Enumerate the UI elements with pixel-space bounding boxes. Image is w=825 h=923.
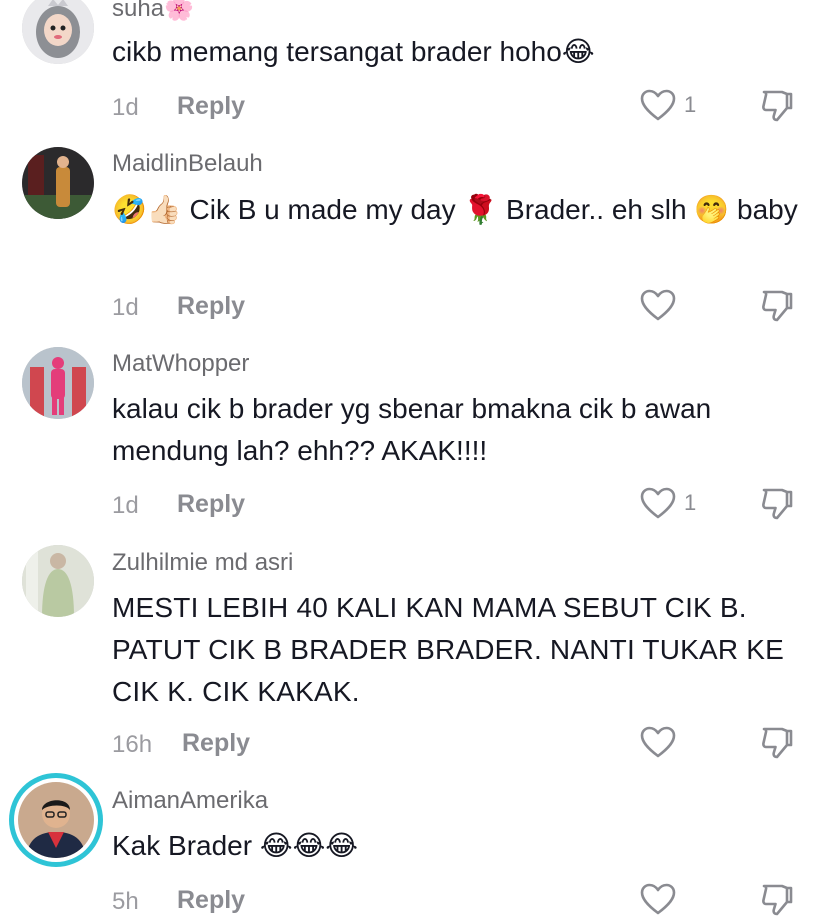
- avatar[interactable]: [22, 347, 94, 419]
- thumbs-down-outline-icon: [762, 727, 793, 759]
- thumbs-down-outline-icon: [762, 290, 793, 322]
- heart-outline-icon: [640, 487, 676, 519]
- avatar-image: [22, 147, 94, 219]
- heart-outline-icon: [640, 289, 676, 321]
- like-button[interactable]: [640, 882, 684, 916]
- like-button[interactable]: [640, 725, 684, 759]
- comment-username[interactable]: suha🌸: [112, 0, 194, 23]
- comment-time: 1d: [112, 492, 139, 519]
- avatar-image: [18, 782, 94, 858]
- reply-button[interactable]: Reply: [177, 490, 245, 519]
- thumbs-down-outline-icon: [762, 90, 793, 122]
- like-button[interactable]: [640, 288, 684, 322]
- heart-outline-icon: [640, 726, 676, 758]
- avatar-image: [22, 347, 94, 419]
- avatar[interactable]: [22, 147, 94, 219]
- comment-username[interactable]: Zulhilmie md asri: [112, 549, 293, 577]
- heart-outline-icon: [640, 89, 676, 121]
- comment-time: 1d: [112, 294, 139, 321]
- avatar-image: [22, 545, 94, 617]
- comment-time: 1d: [112, 94, 139, 121]
- dislike-button[interactable]: [760, 882, 794, 923]
- dislike-button[interactable]: [760, 725, 794, 766]
- like-button[interactable]: 1: [640, 486, 696, 520]
- comment-username[interactable]: AimanAmerika: [112, 787, 268, 815]
- comment-text: cikb memang tersangat brader hoho😂: [112, 36, 595, 67]
- reply-button[interactable]: Reply: [182, 729, 250, 758]
- like-button[interactable]: 1: [640, 88, 696, 122]
- comment-text: 🤣👍🏻 Cik B u made my day 🌹 Brader.. eh sl…: [112, 194, 798, 225]
- comment-username[interactable]: MaidlinBelauh: [112, 150, 263, 178]
- like-count: 1: [684, 92, 697, 117]
- thumbs-down-outline-icon: [762, 488, 793, 520]
- avatar-image: [22, 0, 94, 64]
- avatar[interactable]: [22, 0, 94, 64]
- dislike-button[interactable]: [760, 88, 794, 129]
- avatar[interactable]: [14, 778, 98, 862]
- comment-text: Kak Brader 😂😂😂: [112, 830, 358, 861]
- thumbs-down-outline-icon: [762, 884, 793, 916]
- comment-username[interactable]: MatWhopper: [112, 350, 249, 378]
- comment-time: 5h: [112, 888, 139, 915]
- reply-button[interactable]: Reply: [177, 292, 245, 321]
- comment-text: MESTI LEBIH 40 KALI KAN MAMA SEBUT CIK B…: [112, 592, 793, 707]
- heart-outline-icon: [640, 883, 676, 915]
- like-count: 1: [684, 490, 697, 515]
- comment-time: 16h: [112, 731, 153, 758]
- comment-text: kalau cik b brader yg sbenar bmakna cik …: [112, 393, 719, 466]
- dislike-button[interactable]: [760, 486, 794, 527]
- reply-button[interactable]: Reply: [177, 92, 245, 121]
- reply-button[interactable]: Reply: [177, 886, 245, 915]
- dislike-button[interactable]: [760, 288, 794, 329]
- avatar[interactable]: [22, 545, 94, 617]
